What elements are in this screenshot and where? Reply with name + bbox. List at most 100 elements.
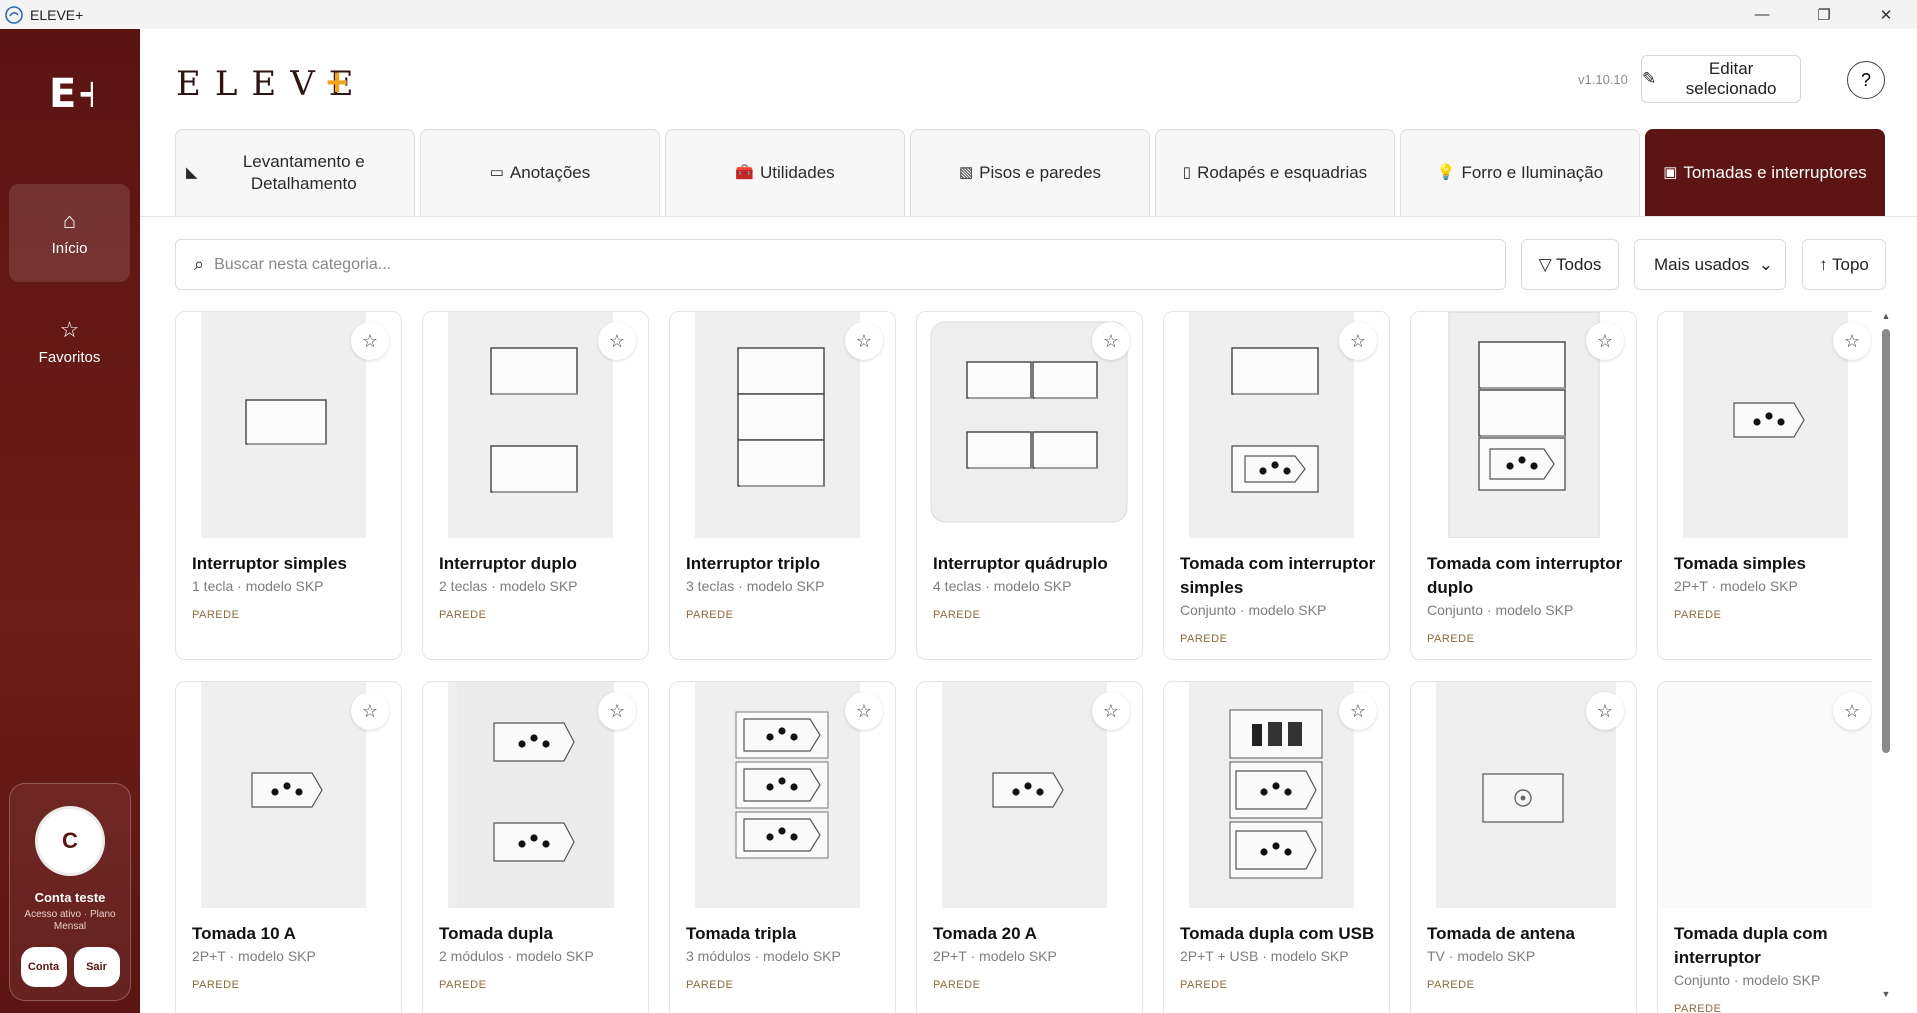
product-tag: PAREDE [439,979,487,991]
favorite-star-icon[interactable]: ☆ [845,322,883,360]
product-card[interactable]: ☆ Tomada 20 A 2P+T · modelo SKP PAREDE [916,681,1143,1013]
product-name: Tomada simples [1674,554,1806,573]
sort-select[interactable]: Mais usados ⌄ [1634,239,1786,290]
logout-button[interactable]: Sair [73,947,120,987]
product-card[interactable]: ☆ Interruptor duplo 2 teclas · modelo SKP P… [422,311,649,660]
product-card[interactable]: ☆ Interruptor simples 1 tecla · modelo SKP… [175,311,402,660]
favorite-star-icon[interactable]: ☆ [1586,692,1624,730]
product-tag: PAREDE [686,609,734,621]
lightbulb-icon: 💡 [1436,164,1456,181]
product-card[interactable]: ☆ Tomada dupla com interruptor Conjunto · … [1657,681,1872,1013]
product-info: Interruptor duplo 2 teclas · modelo SKP PA… [439,552,639,627]
product-meta: 2P+T · modelo SKP [933,948,1057,964]
favorite-star-icon[interactable]: ☆ [351,322,389,360]
close-button[interactable]: ✕ [1855,0,1917,29]
favorite-star-icon[interactable]: ☆ [598,322,636,360]
favorite-star-icon[interactable]: ☆ [845,692,883,730]
search-icon: ⌕ [194,254,205,274]
tab-utilidades[interactable]: 🧰 Utilidades [665,129,905,216]
back-to-top-button[interactable]: ↑ Topo [1802,239,1886,290]
product-info: Tomada 20 A 2P+T · modelo SKP PAREDE [933,922,1133,997]
search-input[interactable] [214,255,1415,274]
app-logo[interactable]: E+ [47,69,93,115]
favorite-star-icon[interactable]: ☆ [1339,692,1377,730]
product-info: Tomada com interruptor simples Conjunto ·… [1180,552,1380,651]
product-name: Interruptor duplo [439,554,577,573]
favorite-star-icon[interactable]: ☆ [1833,322,1871,360]
product-card[interactable]: ☆ Interruptor triplo 3 teclas · modelo SKP… [669,311,896,660]
toolbox-icon: 🧰 [735,164,755,181]
product-meta: 2 teclas · modelo SKP [439,578,578,594]
scroll-down-arrow[interactable]: ▼ [1880,989,1892,1001]
chevron-down-icon: ⌄ [1758,254,1773,274]
tab-pisos[interactable]: ▧ Pisos e paredes [910,129,1150,216]
product-meta: Conjunto · modelo SKP [1427,602,1574,618]
product-card[interactable]: ☆ Tomada dupla com USB 2P+T + USB · modelo… [1163,681,1390,1013]
tab-tomadas[interactable]: ▣ Tomadas e interruptores [1645,129,1885,216]
product-name: Tomada com interruptor duplo [1427,554,1623,597]
product-info: Tomada simples 2P+T · modelo SKP PAREDE [1674,552,1872,627]
outlet-icon: ▣ [1663,164,1678,181]
product-meta: 2P+T + USB · modelo SKP [1180,948,1349,964]
filter-all-button[interactable]: ▽ Todos [1521,239,1619,290]
tab-label: Tomadas e interruptores [1683,163,1867,182]
favorite-star-icon[interactable]: ☆ [351,692,389,730]
ruler-icon: ◣ [186,164,198,181]
sort-value: Mais usados [1654,254,1750,274]
product-card[interactable]: ☆ Tomada simples 2P+T · modelo SKP PAREDE [1657,311,1872,660]
tab-label: Pisos e paredes [979,163,1102,182]
tab-label: Levantamento e Detalhamento [242,152,365,193]
pencil-icon: ✎ [1642,69,1657,88]
product-info: Tomada dupla com interruptor Conjunto · m… [1674,922,1872,1013]
product-meta: 4 teclas · modelo SKP [933,578,1072,594]
product-card[interactable]: ☆ Tomada 10 A 2P+T · modelo SKP PAREDE [175,681,402,1013]
product-info: Tomada de antena TV · modelo SKP PAREDE [1427,922,1627,997]
star-icon: ☆ [59,316,80,342]
product-meta: 2P+T · modelo SKP [192,948,316,964]
favorite-star-icon[interactable]: ☆ [1833,692,1871,730]
tab-rodapes[interactable]: ▯ Rodapés e esquadrias [1155,129,1395,216]
tab-levantamento[interactable]: ◣ Levantamento e Detalhamento [175,129,415,216]
product-card[interactable]: ☆ Tomada tripla 3 módulos · modelo SKP PARE… [669,681,896,1013]
sidebar-item-home[interactable]: ⌂ Início [9,184,130,282]
edit-selected-button[interactable]: ✎ Editar selecionado [1641,55,1801,103]
favorite-star-icon[interactable]: ☆ [1092,692,1130,730]
product-meta: 1 tecla · modelo SKP [192,578,324,594]
svg-text:E+: E+ [49,71,93,115]
edit-selected-label: Editar selecionado [1685,59,1777,98]
favorite-star-icon[interactable]: ☆ [1092,322,1130,360]
product-info: Interruptor quádruplo 4 teclas · modelo S… [933,552,1133,627]
tab-label: Rodapés e esquadrias [1197,163,1368,182]
product-name: Tomada 10 A [192,924,296,943]
product-meta: 3 teclas · modelo SKP [686,578,825,594]
scroll-up-arrow[interactable]: ▲ [1880,311,1892,323]
product-card[interactable]: ☆ Tomada com interruptor duplo Conjunto · … [1410,311,1637,660]
tab-label: Anotações [509,163,591,182]
product-name: Tomada 20 A [933,924,1037,943]
product-tag: PAREDE [1180,633,1228,645]
product-card[interactable]: ☆ Tomada com interruptor simples Conjunto … [1163,311,1390,660]
app-icon [5,5,23,24]
favorite-star-icon[interactable]: ☆ [1586,322,1624,360]
product-name: Interruptor simples [192,554,347,573]
tab-label: Forro e Iluminação [1461,163,1604,182]
scrollbar-thumb[interactable] [1882,329,1890,753]
minimize-button[interactable]: — [1731,0,1793,29]
search-box: ⌕ [175,239,1506,290]
help-button[interactable]: ? [1847,61,1885,99]
product-card[interactable]: ☆ Interruptor quádruplo 4 teclas · modelo … [916,311,1143,660]
account-button[interactable]: Conta [20,947,67,987]
tab-anotacoes[interactable]: ▭ Anotações [420,129,660,216]
avatar[interactable]: C [35,806,105,876]
product-tag: PAREDE [1180,979,1228,991]
sidebar-item-favorites[interactable]: ☆ Favoritos [9,293,130,391]
sidebar-item-label: Início [51,239,88,257]
favorite-star-icon[interactable]: ☆ [1339,322,1377,360]
product-card[interactable]: ☆ Tomada dupla 2 módulos · modelo SKP PARED… [422,681,649,1013]
product-card[interactable]: ☆ Tomada de antena TV · modelo SKP PAREDE [1410,681,1637,1013]
maximize-button[interactable]: ❐ [1793,0,1855,29]
tab-forro[interactable]: 💡 Forro e Iluminação [1400,129,1640,216]
favorite-star-icon[interactable]: ☆ [598,692,636,730]
home-icon: ⌂ [62,207,77,233]
scrollbar[interactable]: ▲ ▼ [1880,311,1892,1001]
